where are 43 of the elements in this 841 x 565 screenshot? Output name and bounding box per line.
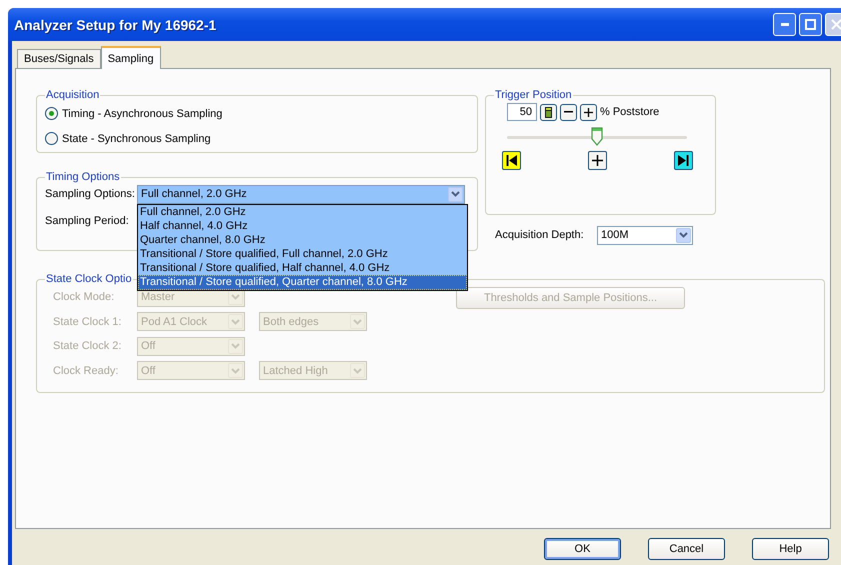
group-title: Timing Options xyxy=(45,171,121,183)
dropdown-option[interactable]: Half channel, 4.0 GHz xyxy=(138,218,467,233)
radio-button[interactable] xyxy=(45,107,58,120)
calculator-icon[interactable] xyxy=(540,104,557,120)
field-label: Clock Ready: xyxy=(53,364,120,377)
acquisition-depth-dropdown[interactable]: 100M xyxy=(597,226,693,244)
dropdown-option[interactable]: Transitional / Store qualified, Half channel, 4.0 GHz xyxy=(138,261,467,276)
dropdown-option[interactable]: Transitional / Store qualified, Quarter channel, 8.0 GHz xyxy=(138,275,467,290)
slider-thumb[interactable] xyxy=(591,127,603,147)
group-title: Trigger Position xyxy=(494,89,573,101)
tab[interactable]: Buses/Signals xyxy=(17,49,101,68)
radio-option[interactable]: Timing - Asynchronous Sampling xyxy=(45,101,469,126)
radio-button[interactable] xyxy=(45,132,58,145)
minimize-icon xyxy=(780,23,788,26)
dropdown-option[interactable]: Full channel, 2.0 GHz xyxy=(138,204,467,219)
jump-to-start-icon[interactable] xyxy=(502,150,521,170)
dialog-button[interactable]: OK xyxy=(544,538,621,560)
dropdown-option[interactable]: Transitional / Store qualified, Full channel, 2.0 GHz xyxy=(138,247,467,262)
field-label: Sampling Options: xyxy=(45,188,136,200)
field-label: Sampling Period: xyxy=(45,215,130,227)
dropdown-option[interactable]: Quarter channel, 8.0 GHz xyxy=(138,232,467,248)
sampling-options-dropdown[interactable]: Full channel, 2.0 GHz xyxy=(137,184,465,204)
minimize-button[interactable] xyxy=(773,13,796,36)
field-label: Clock Mode: xyxy=(53,291,116,304)
maximize-icon xyxy=(805,19,816,30)
field-label: State Clock 1: xyxy=(53,316,122,328)
plus-icon[interactable] xyxy=(580,104,597,120)
unit-label: % Poststore xyxy=(600,106,660,118)
jump-to-end-icon[interactable] xyxy=(674,150,693,170)
window-title: Analyzer Setup for My 16962-1 xyxy=(14,16,218,32)
minus-icon[interactable] xyxy=(560,104,577,120)
dialog-button[interactable]: Cancel xyxy=(648,538,725,560)
tab[interactable]: Sampling xyxy=(100,46,161,69)
radio-option[interactable]: State - Synchronous Sampling xyxy=(45,126,469,151)
field-label: State Clock 2: xyxy=(53,340,122,352)
field-label: Acquisition Depth: xyxy=(495,229,585,241)
maximize-button[interactable] xyxy=(799,13,822,36)
group-title: State Clock Optio xyxy=(45,273,133,285)
dialog-button[interactable]: Help xyxy=(752,538,829,560)
group-title: Acquisition xyxy=(45,89,100,101)
center-icon[interactable] xyxy=(588,150,607,170)
poststore-input[interactable]: 50 xyxy=(507,103,537,121)
close-icon xyxy=(831,19,841,30)
